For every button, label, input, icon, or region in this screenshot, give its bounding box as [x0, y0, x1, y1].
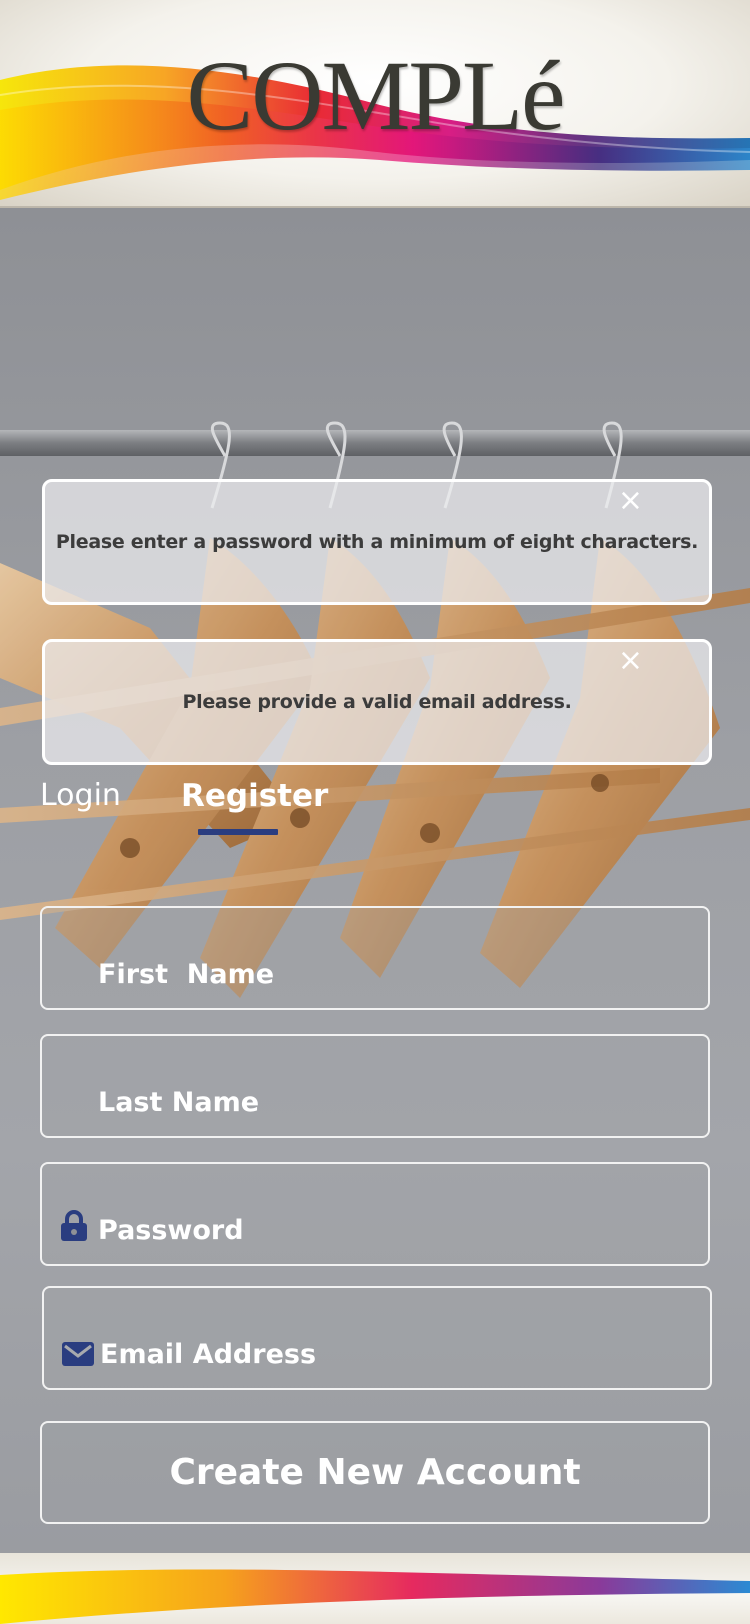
email-field[interactable]: [42, 1286, 712, 1390]
last-name-input[interactable]: [98, 1082, 678, 1122]
first-name-input[interactable]: [98, 954, 678, 994]
lock-icon: [61, 1210, 87, 1241]
alert-message: Please provide a valid email address.: [182, 691, 572, 713]
last-name-field[interactable]: [40, 1034, 710, 1138]
alert-message: Please enter a password with a minimum o…: [55, 531, 699, 553]
close-icon[interactable]: ×: [618, 646, 643, 676]
tab-login[interactable]: Login: [40, 778, 121, 813]
first-name-field[interactable]: [40, 906, 710, 1010]
email-input[interactable]: [100, 1334, 680, 1374]
app-header: COMPLé: [0, 0, 750, 208]
active-tab-indicator: [198, 829, 278, 835]
create-account-button[interactable]: Create New Account: [40, 1421, 710, 1524]
email-error-alert: × Please provide a valid email address.: [42, 639, 712, 765]
app-footer: [0, 1553, 750, 1624]
tab-register[interactable]: Register: [181, 778, 328, 814]
password-error-alert: × Please enter a password with a minimum…: [42, 479, 712, 605]
password-field[interactable]: [40, 1162, 710, 1266]
brand-logo: COMPLé: [186, 40, 566, 151]
envelope-icon: [62, 1342, 94, 1366]
footer-ribbon-graphic: [0, 1569, 750, 1624]
password-input[interactable]: [98, 1210, 678, 1250]
close-icon[interactable]: ×: [618, 486, 643, 516]
